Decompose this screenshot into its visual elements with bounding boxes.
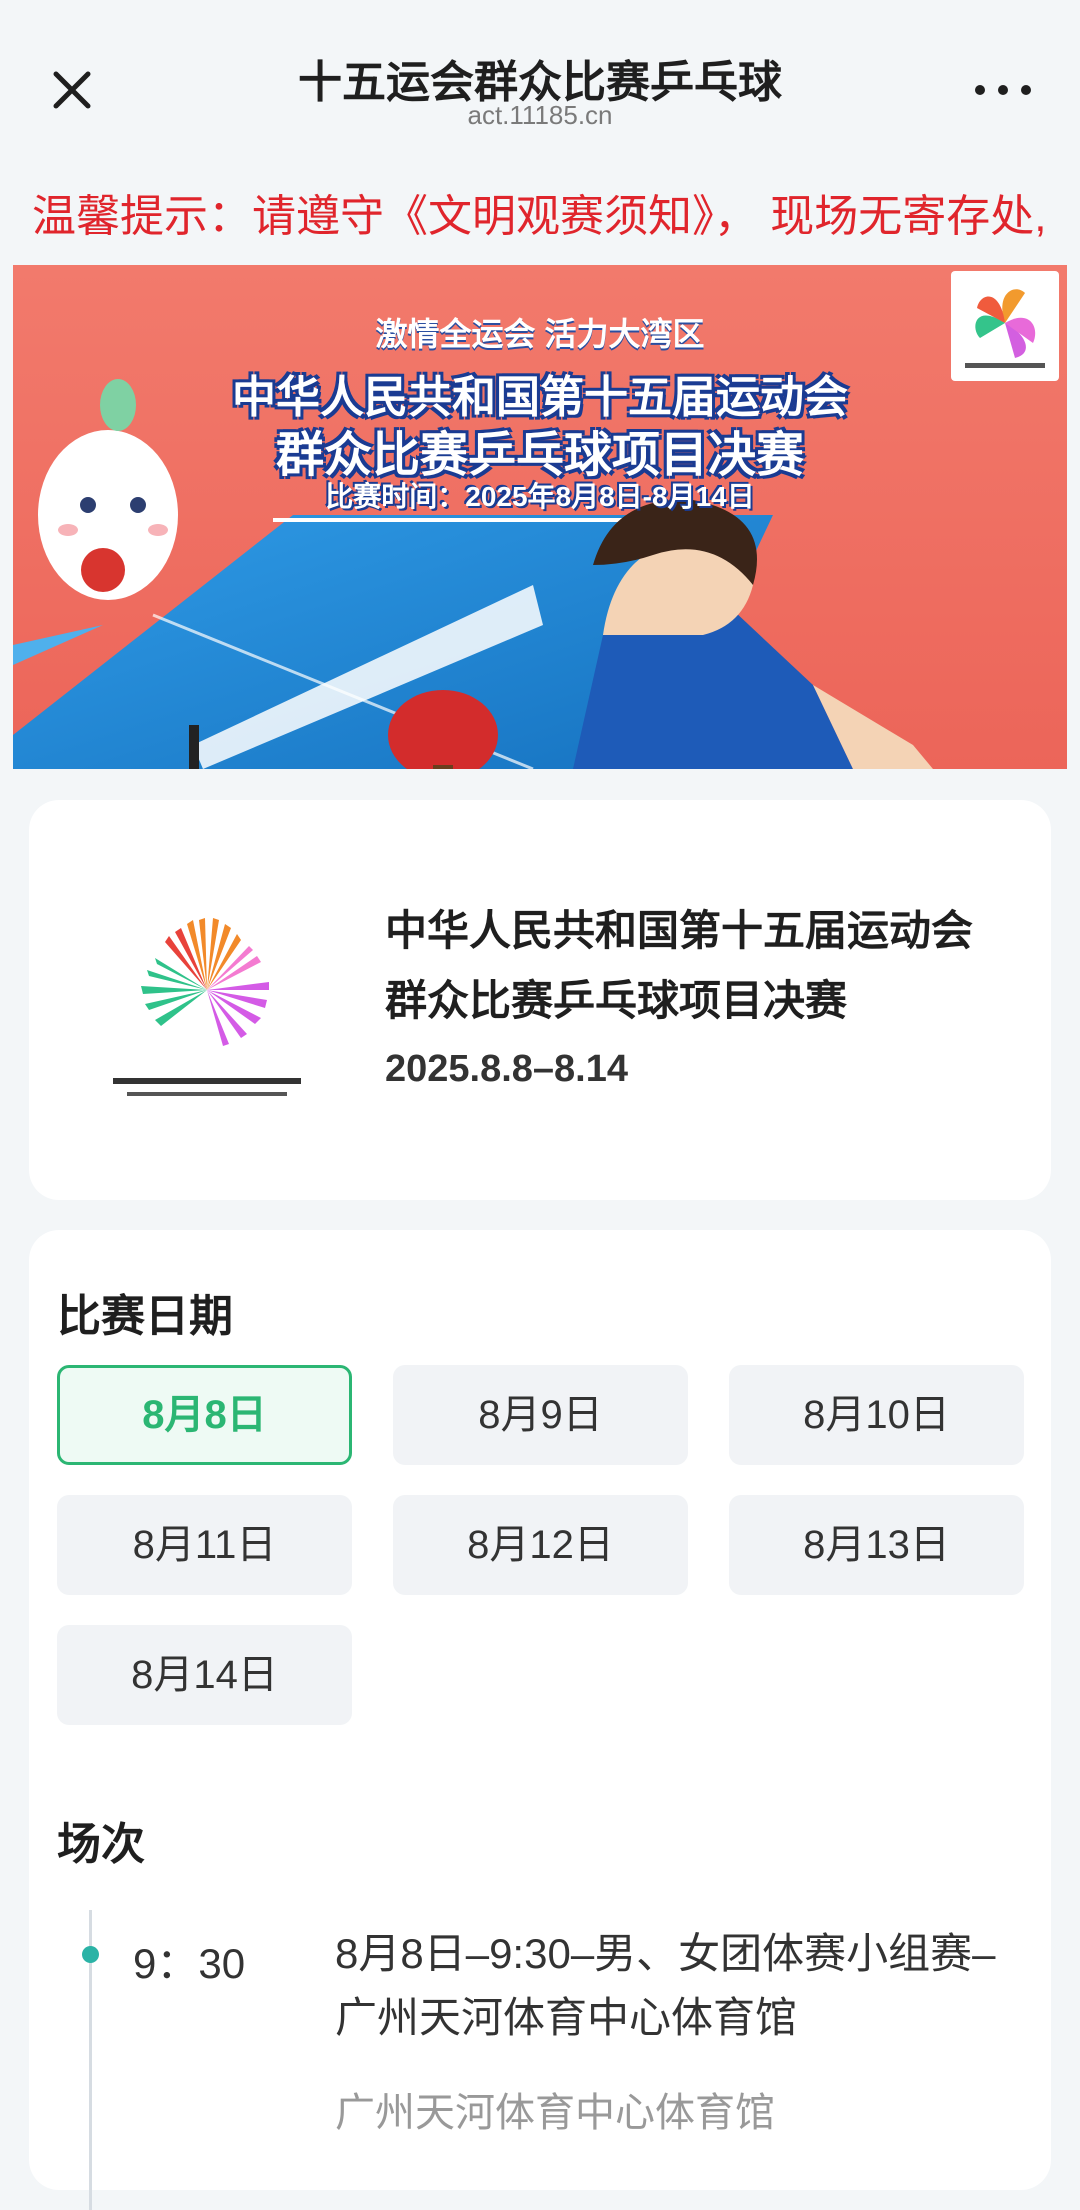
date-option-aug-11[interactable]: 8月11日 [57, 1495, 352, 1595]
banner-time: 比赛时间：2025年8月8日-8月14日 [325, 481, 755, 512]
session-venue: 广州天河体育中心体育馆 [335, 2091, 775, 2135]
notice-text: 温馨提示：请遵守《文明观赛须知》， 现场无寄存处, [32, 192, 1047, 241]
date-option-aug-10[interactable]: 8月10日 [729, 1365, 1024, 1465]
date-section-title: 比赛日期 [57, 1292, 233, 1341]
schedule-card: 比赛日期 8月8日 8月9日 8月10日 8月11日 8月12日 8月13日 8… [29, 1230, 1051, 2210]
event-title: 中华人民共和国第十五届运动会 群众比赛乒乓球项目决赛 [385, 896, 1025, 1036]
event-title-line-1: 中华人民共和国第十五届运动会 [385, 907, 974, 954]
top-nav-bar: 十五运会群众比赛乒乓球 act.11185.cn [0, 0, 1080, 150]
date-option-aug-9[interactable]: 8月9日 [393, 1365, 688, 1465]
session-title[interactable]: 8月8日–9:30–男、女团体赛小组赛–广州天河体育中心体育馆 [335, 1922, 1015, 2050]
date-option-aug-8[interactable]: 8月8日 [57, 1365, 352, 1465]
games-emblem-icon [107, 900, 307, 1110]
event-title-line-2: 群众比赛乒乓球项目决赛 [385, 977, 848, 1024]
event-banner[interactable]: 激情全运会 活力大湾区 中华人民共和国第十五届运动会 群众比赛乒乓球项目决赛 比… [13, 265, 1067, 769]
session-time: 9：30 [133, 1940, 246, 1987]
page-url: act.11185.cn [467, 100, 613, 130]
banner-slogan: 激情全运会 活力大湾区 [375, 316, 705, 352]
event-info-card: 中华人民共和国第十五届运动会 群众比赛乒乓球项目决赛 2025.8.8–8.14 [29, 800, 1051, 1200]
event-date-range: 2025.8.8–8.14 [385, 1048, 629, 1090]
date-option-aug-14[interactable]: 8月14日 [57, 1625, 352, 1725]
date-option-aug-13[interactable]: 8月13日 [729, 1495, 1024, 1595]
date-option-aug-12[interactable]: 8月12日 [393, 1495, 688, 1595]
timeline-dot-icon [82, 1946, 99, 1963]
more-options-icon[interactable] [968, 70, 1038, 110]
session-section-title: 场次 [57, 1820, 145, 1869]
notice-marquee: 温馨提示：请遵守《文明观赛须知》， 现场无寄存处, [0, 170, 1080, 250]
games-logo-icon [951, 271, 1059, 381]
